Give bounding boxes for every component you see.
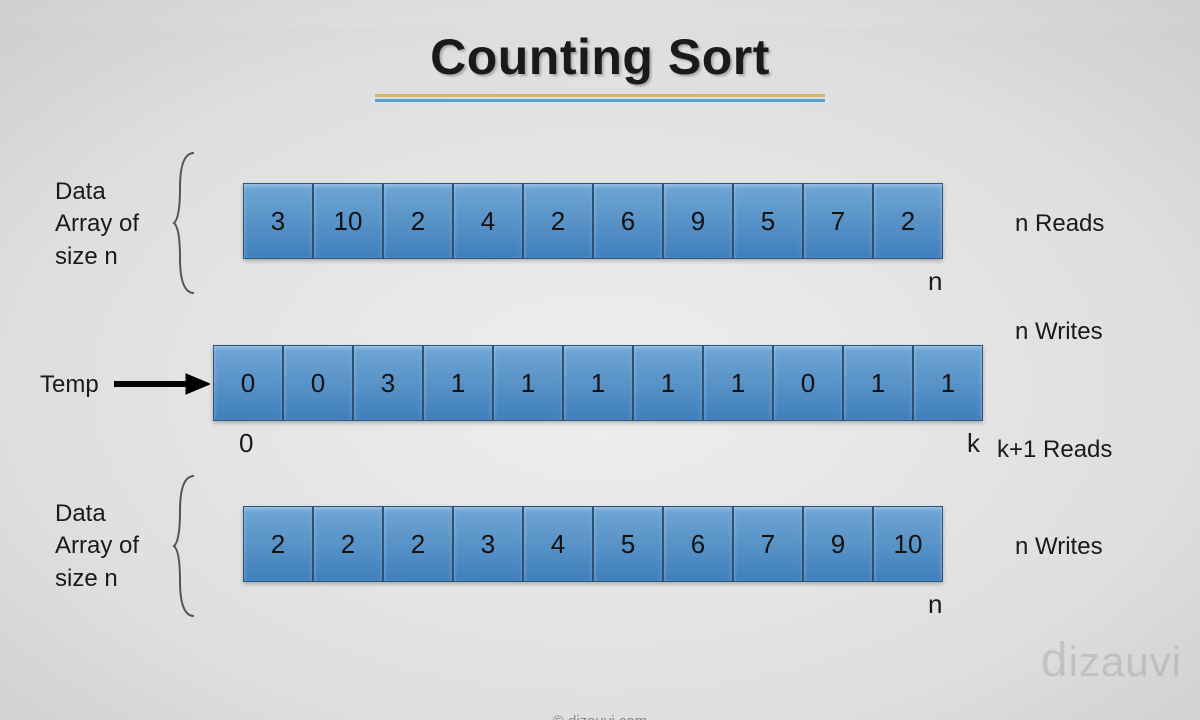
array-cell: 1 xyxy=(493,345,563,421)
output-label: Data Array of size n xyxy=(55,498,139,595)
brace-icon xyxy=(172,148,198,298)
array-cell: 4 xyxy=(453,183,523,259)
array-cell: 0 xyxy=(283,345,353,421)
input-array: 31024269572 xyxy=(243,183,943,259)
array-cell: 3 xyxy=(243,183,313,259)
temp-label: Temp xyxy=(40,369,99,401)
n-reads-label: n Reads xyxy=(1015,210,1104,238)
index-n-top: n xyxy=(928,266,942,297)
array-cell: 2 xyxy=(523,183,593,259)
array-cell: 2 xyxy=(383,506,453,582)
array-cell: 1 xyxy=(913,345,983,421)
array-cell: 6 xyxy=(663,506,733,582)
array-cell: 0 xyxy=(213,345,283,421)
array-cell: 2 xyxy=(313,506,383,582)
arrow-icon xyxy=(114,372,210,396)
array-cell: 0 xyxy=(773,345,843,421)
index-zero: 0 xyxy=(239,428,253,459)
array-cell: 3 xyxy=(453,506,523,582)
input-label: Data Array of size n xyxy=(55,176,139,273)
k1-reads-label: k+1 Reads xyxy=(997,436,1112,464)
array-cell: 1 xyxy=(423,345,493,421)
index-k: k xyxy=(967,428,980,459)
array-cell: 1 xyxy=(703,345,773,421)
array-cell: 2 xyxy=(243,506,313,582)
title-underline xyxy=(375,94,825,102)
n-writes-top-label: n Writes xyxy=(1015,318,1103,346)
array-cell: 7 xyxy=(733,506,803,582)
array-cell: 5 xyxy=(733,183,803,259)
array-cell: 9 xyxy=(803,506,873,582)
array-cell: 6 xyxy=(593,183,663,259)
footer: © dizauvi.com xyxy=(0,713,1200,720)
watermark: dizauvi xyxy=(1041,633,1182,688)
array-cell: 4 xyxy=(523,506,593,582)
output-array: 22234567910 xyxy=(243,506,943,582)
array-cell: 9 xyxy=(663,183,733,259)
n-writes-bottom-label: n Writes xyxy=(1015,533,1103,561)
array-cell: 1 xyxy=(563,345,633,421)
temp-array: 00311111011 xyxy=(213,345,983,421)
brace-icon xyxy=(172,471,198,621)
array-cell: 10 xyxy=(313,183,383,259)
index-n-bottom: n xyxy=(928,589,942,620)
array-cell: 2 xyxy=(873,183,943,259)
array-cell: 7 xyxy=(803,183,873,259)
array-cell: 1 xyxy=(843,345,913,421)
page-title: Counting Sort xyxy=(0,28,1200,86)
array-cell: 2 xyxy=(383,183,453,259)
array-cell: 5 xyxy=(593,506,663,582)
array-cell: 10 xyxy=(873,506,943,582)
array-cell: 3 xyxy=(353,345,423,421)
array-cell: 1 xyxy=(633,345,703,421)
